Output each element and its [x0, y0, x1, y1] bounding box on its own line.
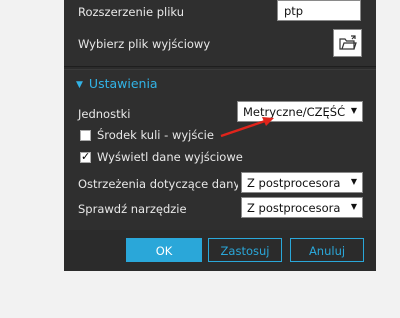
show-output-label: Wyświetl dane wyjściowe	[97, 150, 243, 164]
ball-center-checkbox[interactable]	[80, 130, 91, 141]
cancel-button[interactable]: Anuluj	[290, 238, 364, 262]
warnings-select[interactable]: Z postprocesora ▼	[241, 172, 363, 193]
collapse-triangle-icon: ▼	[76, 80, 83, 90]
output-section: Rozszerzenie pliku ptp Wybierz plik wyjś…	[64, 0, 376, 67]
file-extension-input[interactable]: ptp	[277, 0, 361, 21]
chevron-down-icon: ▼	[350, 202, 357, 211]
ball-center-label: Środek kuli - wyjście	[97, 128, 214, 142]
warnings-select-value: Z postprocesora	[247, 176, 341, 190]
chevron-down-icon: ▼	[350, 177, 357, 186]
settings-section-toggle[interactable]: ▼ Ustawienia	[76, 76, 158, 91]
select-output-file-label: Wybierz plik wyjściowy	[78, 37, 211, 51]
select-output-file-button[interactable]	[333, 29, 362, 57]
settings-section: ▼ Ustawienia Jednostki Metryczne/CZĘŚĆ ▼ …	[64, 69, 376, 230]
show-output-checkbox[interactable]: ✓	[80, 150, 91, 163]
chevron-down-icon: ▼	[350, 106, 357, 115]
settings-header-label: Ustawienia	[88, 76, 158, 91]
annotation-arrow-icon	[220, 117, 274, 138]
file-extension-label: Rozszerzenie pliku	[78, 5, 184, 19]
check-tool-label: Sprawdź narzędzie	[78, 202, 187, 216]
check-tool-select-value: Z postprocesora	[247, 201, 341, 215]
warnings-label: Ostrzeżenia dotyczące danych	[78, 177, 238, 191]
units-label: Jednostki	[78, 107, 131, 121]
check-tool-select[interactable]: Z postprocesora ▼	[241, 197, 363, 218]
ok-button[interactable]: OK	[126, 238, 202, 262]
checkmark-icon: ✓	[81, 150, 91, 163]
folder-open-icon	[339, 35, 357, 50]
apply-button[interactable]: Zastosuj	[208, 238, 282, 262]
